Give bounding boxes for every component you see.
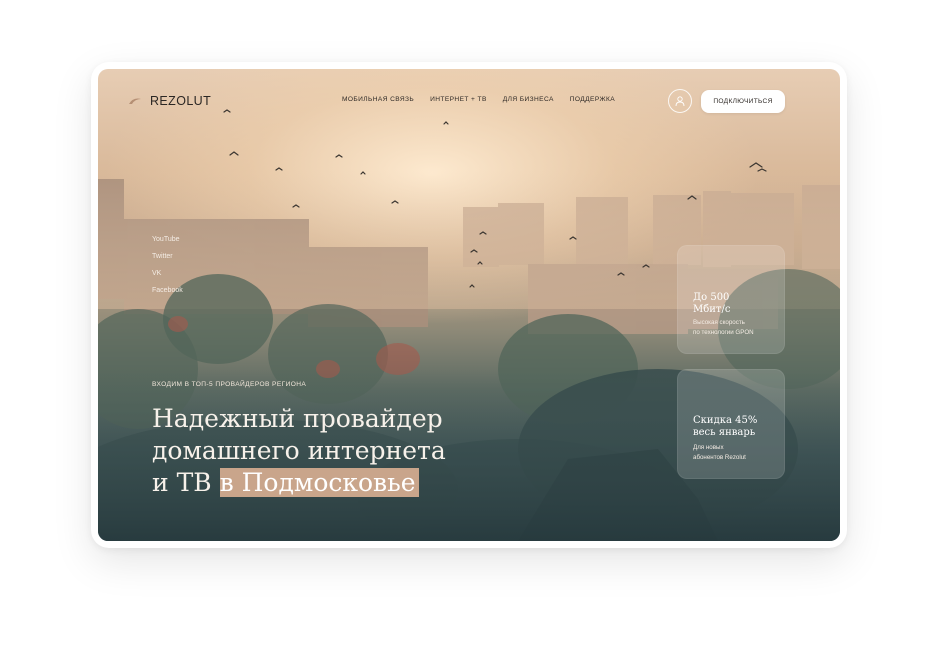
main-nav: МОБИЛЬНАЯ СВЯЗЬ ИНТЕРНЕТ + ТВ ДЛЯ БИЗНЕС… <box>342 96 615 103</box>
headline-line-1: Надежный провайдер <box>152 404 443 433</box>
nav-item-mobile[interactable]: МОБИЛЬНАЯ СВЯЗЬ <box>342 96 414 103</box>
speed-card-subtitle: Высокая скорость по технологии GPON <box>693 318 777 338</box>
discount-card-sub-line-1: Для новых <box>693 444 724 451</box>
nav-item-business[interactable]: ДЛЯ БИЗНЕСА <box>503 96 554 103</box>
bird-logo-icon <box>129 98 141 104</box>
headline-line-3: и ТВ <box>152 468 212 497</box>
headline-line-2: домашнего интернета <box>152 436 446 465</box>
headline-highlight: в Подмосковье <box>219 468 419 497</box>
social-link-vk[interactable]: VK <box>152 270 183 277</box>
discount-card-title-line-2: весь январь <box>693 427 756 438</box>
brand-name: REZOLUT <box>150 94 212 108</box>
nav-item-internet-tv[interactable]: ИНТЕРНЕТ + ТВ <box>430 96 487 103</box>
hero-tagline: ВХОДИМ В ТОП-5 ПРОВАЙДЕРОВ РЕГИОНА <box>152 381 307 388</box>
speed-card[interactable]: До 500 Мбит/с Высокая скорость по технол… <box>677 245 785 354</box>
profile-button[interactable] <box>668 89 692 113</box>
discount-card-title: Скидка 45% весь январь <box>693 415 773 439</box>
discount-card-subtitle: Для новых абонентов Rezolut <box>693 443 777 463</box>
discount-card-sub-line-2: абонентов Rezolut <box>693 454 746 461</box>
brand-logo[interactable]: REZOLUT <box>128 93 211 109</box>
social-link-youtube[interactable]: YouTube <box>152 236 183 243</box>
connect-button[interactable]: ПОДКЛЮЧИТЬСЯ <box>701 90 785 113</box>
hero-headline: Надежный провайдер домашнего интернета и… <box>152 403 512 499</box>
discount-card[interactable]: Скидка 45% весь январь Для новых абонент… <box>677 369 785 479</box>
speed-card-title: До 500 Мбит/с <box>693 292 773 316</box>
speed-card-title-line-2: Мбит/с <box>693 304 731 315</box>
nav-item-support[interactable]: ПОДДЕРЖКА <box>570 96 615 103</box>
hero-screen: REZOLUT МОБИЛЬНАЯ СВЯЗЬ ИНТЕРНЕТ + ТВ ДЛ… <box>98 69 840 541</box>
social-links: YouTube Twitter VK Facebook <box>152 236 183 294</box>
social-link-twitter[interactable]: Twitter <box>152 253 183 260</box>
discount-card-title-line-1: Скидка 45% <box>693 415 758 426</box>
user-icon <box>675 96 685 107</box>
speed-card-title-line-1: До 500 <box>693 292 730 303</box>
speed-card-sub-line-2: по технологии GPON <box>693 329 754 336</box>
social-link-facebook[interactable]: Facebook <box>152 287 183 294</box>
speed-card-sub-line-1: Высокая скорость <box>693 319 745 326</box>
